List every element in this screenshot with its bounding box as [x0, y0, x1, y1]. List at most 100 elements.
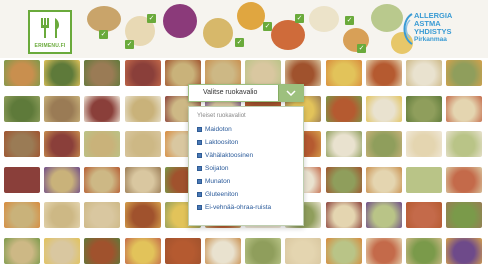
food-photo[interactable]	[365, 95, 402, 122]
food-photo[interactable]	[365, 202, 402, 228]
dropdown-header: Yleiset ruokavaliot	[197, 113, 246, 119]
diet-option-label: Laktoositon	[205, 139, 239, 146]
food-photo[interactable]	[44, 202, 81, 228]
food-photo[interactable]	[44, 95, 81, 122]
diet-option-label: Maidoton	[205, 126, 232, 133]
checkbox-icon[interactable]	[197, 205, 202, 210]
food-photo[interactable]	[164, 60, 201, 86]
diet-option[interactable]: Munaton	[197, 177, 297, 189]
food-photo[interactable]	[245, 237, 282, 264]
diet-option-label: Gluteeniton	[205, 191, 239, 198]
food-photo[interactable]	[124, 131, 161, 157]
food-photo[interactable]	[325, 131, 362, 157]
brand-line-4: Pirkanmaa	[414, 36, 447, 43]
check-icon: ✓	[99, 30, 108, 39]
food-photo[interactable]	[245, 60, 282, 86]
food-photo[interactable]	[406, 95, 442, 122]
food-photo[interactable]	[4, 166, 40, 193]
brand-line-3: YHDISTYS	[414, 27, 452, 36]
check-icon: ✓	[345, 16, 354, 25]
food-photo[interactable]	[84, 60, 121, 86]
food-photo[interactable]	[205, 237, 241, 264]
banner-food-photos: ✓ ✓ ✓ ✓ ✓ ✓ ✓ ✓	[85, 0, 415, 58]
diet-option[interactable]: Ei-vehnää-ohraa-ruista	[197, 203, 297, 215]
food-photo[interactable]	[446, 95, 483, 122]
diet-select[interactable]: Valitse ruokavalio	[188, 84, 304, 102]
food-photo[interactable]	[84, 166, 121, 193]
logo-text: ERIMENU.FI	[34, 43, 66, 49]
food-photo[interactable]	[446, 60, 483, 86]
association-brand[interactable]: ALLERGIA ASTMA YHDISTYS Pirkanmaa	[403, 12, 486, 52]
food-photo[interactable]	[446, 237, 483, 264]
checkbox-icon[interactable]	[197, 153, 202, 158]
food-photo[interactable]	[205, 60, 241, 86]
diet-option-label: Soijaton	[205, 165, 229, 172]
food-photo[interactable]	[365, 131, 402, 157]
food-photo[interactable]	[124, 166, 161, 193]
food-photo[interactable]	[406, 60, 442, 86]
check-icon: ✓	[295, 14, 304, 23]
food-photo[interactable]	[4, 95, 40, 122]
check-icon: ✓	[147, 14, 156, 23]
dropdown-toggle-button[interactable]	[278, 85, 303, 101]
food-photo[interactable]	[325, 60, 362, 86]
food-photo[interactable]	[406, 166, 442, 193]
food-photo[interactable]	[44, 131, 81, 157]
food-photo[interactable]	[446, 166, 483, 193]
diet-option[interactable]: Maidoton	[197, 125, 297, 137]
food-photo[interactable]	[84, 237, 121, 264]
header-banner: ERIMENU.FI ✓ ✓ ✓ ✓ ✓ ✓ ✓ ✓ ALLERGIA ASTM…	[0, 0, 488, 58]
fork-knife-icon	[41, 18, 60, 38]
food-photo[interactable]	[84, 202, 121, 228]
food-photo[interactable]	[406, 131, 442, 157]
diet-dropdown-list: Yleiset ruokavaliot Maidoton Laktoositon…	[188, 106, 304, 226]
food-photo[interactable]	[285, 60, 322, 86]
food-photo[interactable]	[44, 237, 81, 264]
food-photo[interactable]	[124, 237, 161, 264]
food-photo[interactable]	[325, 95, 362, 122]
food-photo[interactable]	[325, 237, 362, 264]
checkbox-icon[interactable]	[197, 192, 202, 197]
food-photo[interactable]	[4, 131, 40, 157]
food-photo[interactable]	[406, 202, 442, 228]
diet-option-label: Vähälaktoosinen	[205, 152, 254, 159]
food-photo[interactable]	[124, 202, 161, 228]
diet-option[interactable]: Gluteeniton	[197, 190, 297, 202]
check-icon: ✓	[357, 44, 366, 53]
food-photo[interactable]	[446, 202, 483, 228]
food-photo[interactable]	[44, 60, 81, 86]
food-photo[interactable]	[84, 95, 121, 122]
checkbox-icon[interactable]	[197, 140, 202, 145]
food-photo[interactable]	[4, 60, 40, 86]
food-photo[interactable]	[406, 237, 442, 264]
food-photo[interactable]	[365, 166, 402, 193]
food-photo[interactable]	[124, 95, 161, 122]
diet-selector: Valitse ruokavalio Yleiset ruokavaliot M…	[188, 84, 304, 226]
food-photo[interactable]	[285, 237, 322, 264]
site-logo[interactable]: ERIMENU.FI	[28, 10, 72, 54]
checkbox-icon[interactable]	[197, 179, 202, 184]
chevron-down-icon	[286, 90, 296, 96]
diet-option-label: Munaton	[205, 178, 231, 185]
food-photo[interactable]	[44, 166, 81, 193]
food-photo[interactable]	[365, 60, 402, 86]
brand-swirl-icon	[403, 13, 413, 45]
food-photo[interactable]	[124, 60, 161, 86]
food-photo[interactable]	[325, 202, 362, 228]
food-photo[interactable]	[164, 237, 201, 264]
food-photo[interactable]	[446, 131, 483, 157]
food-photo[interactable]	[365, 237, 402, 264]
diet-select-label: Valitse ruokavalio	[203, 89, 258, 96]
checkbox-icon[interactable]	[197, 166, 202, 171]
food-photo[interactable]	[84, 131, 121, 157]
diet-option[interactable]: Soijaton	[197, 164, 297, 176]
food-photo[interactable]	[4, 202, 40, 228]
diet-option[interactable]: Vähälaktoosinen	[197, 151, 297, 163]
diet-option-label: Ei-vehnää-ohraa-ruista	[205, 204, 272, 211]
food-photo[interactable]	[325, 166, 362, 193]
check-icon: ✓	[235, 38, 244, 47]
food-photo[interactable]	[4, 237, 40, 264]
checkbox-icon[interactable]	[197, 127, 202, 132]
check-icon: ✓	[263, 22, 272, 31]
diet-option[interactable]: Laktoositon	[197, 138, 297, 150]
